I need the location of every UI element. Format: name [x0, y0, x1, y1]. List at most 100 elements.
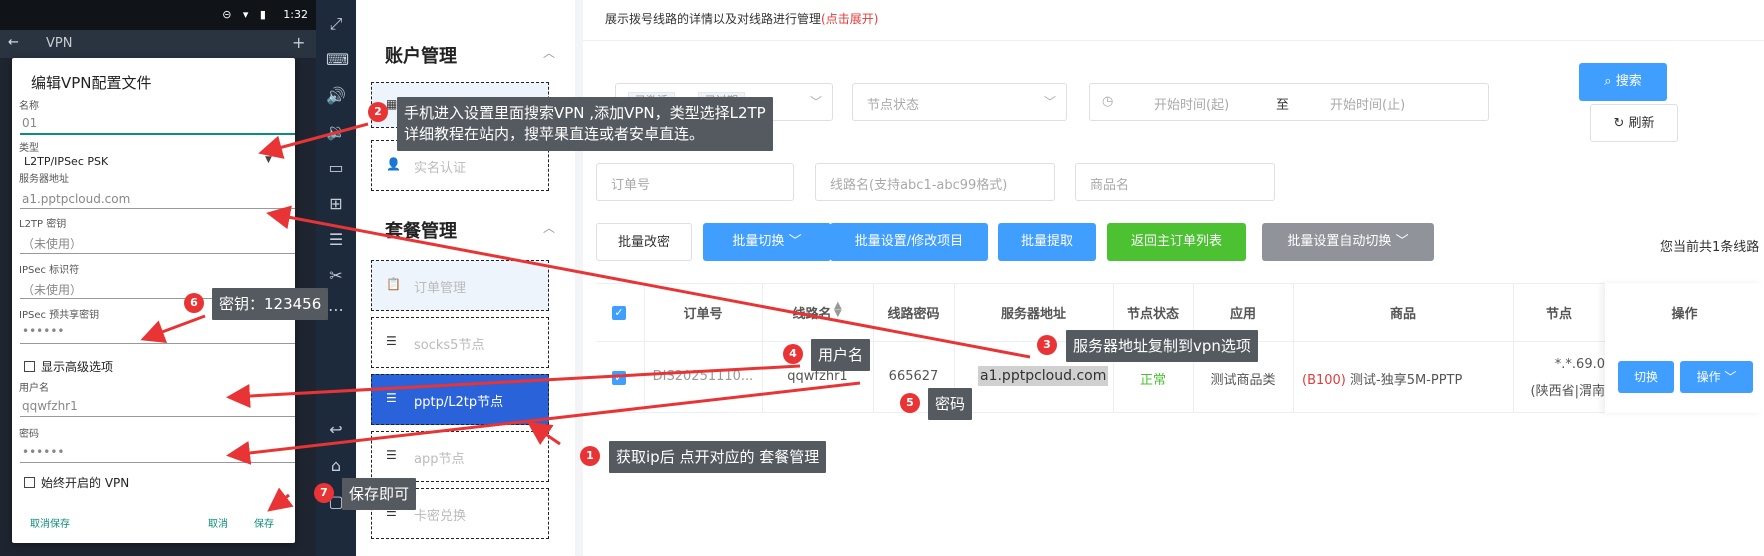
menu-item-socks5[interactable]: ☰ socks5节点: [371, 317, 549, 368]
refresh-icon: ↻: [1613, 116, 1629, 131]
callout-step-2: 手机进入设置里面搜索VPN ,添加VPN，类型选择L2TP 详细教程在站内，搜苹…: [397, 97, 773, 151]
callout-step-3: 服务器地址复制到vpn选项: [1066, 330, 1258, 362]
chevron-down-icon: ﹀: [809, 95, 822, 109]
save-button[interactable]: 保存: [254, 515, 274, 530]
placeholder: 商品名: [1090, 178, 1130, 193]
placeholder: 节点状态: [867, 98, 920, 113]
start-time-input[interactable]: 开始时间(起): [1154, 94, 1229, 113]
header-node-status: 节点状态: [1126, 307, 1179, 322]
line-name-input[interactable]: 线路名(支持abc1-abc99格式): [815, 163, 1055, 201]
chevron-up-icon[interactable]: ︿: [543, 219, 555, 236]
header-order-no: 订单号: [683, 307, 723, 322]
expand-link[interactable]: (点击展开): [821, 12, 878, 26]
order-number-input[interactable]: 订单号: [596, 163, 794, 201]
menu-item-label: app节点: [414, 452, 465, 467]
username-underline: [20, 416, 295, 417]
cancel-button[interactable]: 取消: [208, 515, 228, 530]
batch-settings-button[interactable]: 批量设置/修改项目: [830, 223, 988, 261]
l2tp-secret-field[interactable]: （未使用）: [22, 235, 82, 252]
select-all-checkbox[interactable]: ✓: [612, 306, 626, 320]
refresh-label: 刷新: [1628, 116, 1655, 131]
type-label: 类型: [19, 143, 39, 154]
username-field[interactable]: qqwfzhr1: [22, 399, 78, 413]
step-badge-4: 4: [783, 344, 803, 364]
status-time: 1:32: [283, 8, 308, 21]
volume-down-icon[interactable]: 🔉: [326, 122, 346, 142]
account-management-header[interactable]: 账户管理: [385, 42, 457, 68]
chevron-down-icon: ﹀: [1391, 234, 1409, 249]
volume-up-icon[interactable]: 🔊: [326, 86, 346, 106]
row-checkbox[interactable]: ✓: [612, 371, 626, 385]
expand-icon[interactable]: ⤢: [326, 14, 346, 34]
header-line-password: 线路密码: [887, 307, 940, 322]
switch-button[interactable]: 切换: [1618, 361, 1674, 393]
emulator-side-toolbar: ⤢ ⌨ 🔊 🔉 ▭ ⊞ ☰ ✂ ⋯ ↩ ⌂ ▢: [316, 0, 356, 556]
cell-app: 测试商品类: [1210, 373, 1276, 388]
back-arrow-icon[interactable]: ←: [8, 35, 19, 50]
batch-change-password-button[interactable]: 批量改密: [596, 223, 692, 261]
name-label: 名称: [19, 101, 39, 112]
menu-item-orders[interactable]: 📋 订单管理: [371, 260, 549, 311]
node-status-select[interactable]: 节点状态 ﹀: [852, 83, 1067, 121]
product-name-input[interactable]: 商品名: [1075, 163, 1275, 201]
back-to-orders-button[interactable]: 返回主订单列表: [1107, 223, 1246, 261]
type-select[interactable]: L2TP/IPSec PSK: [24, 155, 108, 168]
menu-item-pptp-l2tp[interactable]: ☰ pptp/L2tp节点: [371, 374, 549, 425]
product-code: (B100): [1302, 373, 1346, 388]
cancel-save-button[interactable]: 取消保存: [30, 515, 70, 530]
chevron-down-icon: ﹀: [1720, 370, 1737, 384]
l2tp-secret-label: L2TP 密钥: [19, 219, 67, 230]
type-dropdown-icon[interactable]: ▼: [265, 155, 272, 165]
menu-item-label: 卡密兑换: [414, 509, 467, 524]
menu-item-label: socks5节点: [414, 338, 485, 353]
cell-order-no[interactable]: DIS20251110...: [644, 369, 762, 384]
batch-extract-button[interactable]: 批量提取: [998, 223, 1096, 261]
header-operations-fixed: 操作: [1671, 307, 1698, 322]
refresh-button[interactable]: ↻ 刷新: [1590, 104, 1678, 142]
show-advanced-checkbox[interactable]: 显示高级选项: [24, 358, 113, 375]
install-icon[interactable]: ⊞: [326, 194, 346, 214]
chevron-down-icon: ﹀: [1043, 95, 1056, 109]
dialog-title: 编辑VPN配置文件: [31, 74, 152, 92]
cut-icon[interactable]: ✂: [326, 266, 346, 286]
ipsec-psk-field[interactable]: ••••••: [22, 324, 64, 338]
archive-icon[interactable]: ☰: [326, 230, 346, 250]
step-badge-2: 2: [368, 102, 388, 122]
step-badge-1: 1: [580, 446, 600, 466]
end-time-input[interactable]: 开始时间(止): [1330, 94, 1405, 113]
ipsec-id-field[interactable]: （未使用）: [22, 281, 82, 298]
header-line-name[interactable]: 线路名: [762, 303, 862, 322]
cell-node-region: (陕西省|渭南: [1530, 384, 1605, 399]
l2tp-field-underline: [20, 253, 295, 254]
cell-line-password: 665627: [888, 369, 939, 384]
product-name: 测试-独享5M-PPTP: [1345, 373, 1463, 388]
cell-line-name: qqwfzhr1: [787, 369, 848, 384]
search-button[interactable]: ⌕ 搜索: [1579, 63, 1667, 101]
menu-item-app[interactable]: ☰ app节点: [371, 431, 549, 482]
keyboard-icon[interactable]: ⌨: [326, 50, 349, 70]
password-field[interactable]: ••••••: [22, 445, 64, 459]
server-address-field[interactable]: a1.pptpcloud.com: [22, 192, 130, 206]
operations-dropdown-button[interactable]: 操作 ﹀: [1680, 361, 1753, 393]
add-vpn-plus-icon[interactable]: +: [292, 33, 305, 52]
package-management-header[interactable]: 套餐管理: [385, 217, 457, 243]
callout-step-1: 获取ip后 点开对应的 套餐管理: [609, 441, 827, 473]
chevron-down-icon: ﹀: [784, 234, 802, 249]
step-badge-6: 6: [184, 293, 204, 313]
always-on-vpn-checkbox[interactable]: 始终开启的 VPN: [24, 474, 129, 491]
cell-server-address[interactable]: a1.pptpcloud.com: [978, 366, 1109, 386]
checkbox-box: [24, 361, 35, 372]
back-icon[interactable]: ↩: [326, 420, 346, 440]
batch-auto-switch-button[interactable]: 批量设置自动切换 ﹀: [1262, 223, 1434, 261]
chevron-up-icon[interactable]: ︿: [543, 44, 555, 61]
screen-icon[interactable]: ▭: [326, 158, 346, 178]
more-icon[interactable]: ⋯: [326, 300, 346, 320]
batch-switch-button[interactable]: 批量切换 ﹀: [703, 223, 831, 261]
home-icon[interactable]: ⌂: [326, 456, 346, 476]
user-icon: 👤: [386, 157, 401, 171]
batch-switch-label: 批量切换: [732, 234, 785, 249]
cell-node-ip: *.*.69.0: [1554, 357, 1605, 372]
name-field[interactable]: 01: [22, 116, 37, 130]
date-range-picker[interactable]: ◷ 开始时间(起) 至 开始时间(止): [1089, 83, 1489, 121]
sort-icon[interactable]: ▲ ▼: [834, 301, 842, 319]
